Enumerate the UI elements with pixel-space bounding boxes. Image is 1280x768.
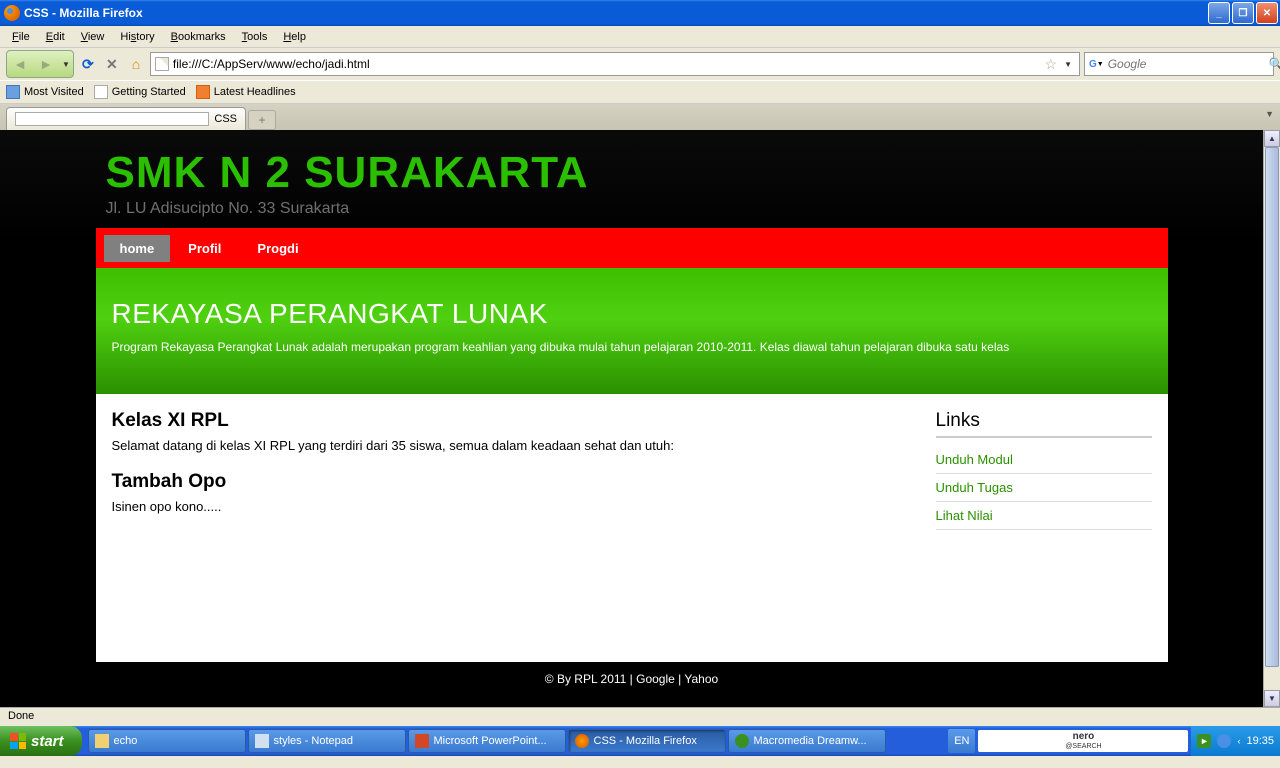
taskbar: start echo styles - Notepad Microsoft Po… — [0, 726, 1280, 756]
hero-section: REKAYASA PERANGKAT LUNAK Program Rekayas… — [96, 268, 1168, 394]
search-box[interactable]: G▼ 🔍 — [1084, 52, 1274, 76]
tab-label: CSS — [214, 113, 237, 125]
home-button[interactable]: ⌂ — [126, 54, 146, 74]
folder-icon — [95, 734, 109, 748]
search-icon[interactable]: 🔍 — [1269, 57, 1280, 71]
bookmark-latest-headlines[interactable]: Latest Headlines — [196, 85, 296, 99]
folder-icon — [6, 85, 20, 99]
windows-logo-icon — [10, 733, 26, 749]
page-icon — [155, 57, 169, 71]
page-icon — [94, 85, 108, 99]
new-tab-button[interactable]: + — [248, 110, 276, 130]
main-column: Kelas XI RPL Selamat datang di kelas XI … — [112, 410, 936, 646]
menu-file[interactable]: File — [4, 29, 38, 45]
site-nav: home Profil Progdi — [96, 228, 1168, 268]
tray-chevron-icon[interactable]: ‹ — [1237, 736, 1240, 746]
site-header: SMK N 2 SURAKARTA Jl. LU Adisucipto No. … — [96, 130, 1168, 228]
navigation-toolbar: ◄ ► ▼ ⟳ ✕ ⌂ ☆ ▼ G▼ 🔍 — [0, 48, 1280, 80]
tab-list-dropdown[interactable]: ▼ — [1265, 109, 1274, 119]
hero-title: REKAYASA PERANGKAT LUNAK — [112, 298, 1152, 330]
nero-search[interactable]: nero@SEARCH — [978, 730, 1188, 752]
url-input[interactable] — [173, 57, 1041, 71]
site-footer: © By RPL 2011 | Google | Yahoo — [96, 662, 1168, 696]
menu-edit[interactable]: Edit — [38, 29, 73, 45]
task-powerpoint[interactable]: Microsoft PowerPoint... — [408, 729, 566, 753]
menu-tools[interactable]: Tools — [234, 29, 276, 45]
history-dropdown[interactable]: ▼ — [59, 60, 73, 69]
scroll-down-arrow[interactable]: ▼ — [1264, 690, 1280, 707]
system-tray: ► ‹ 19:35 — [1191, 726, 1280, 756]
address-bar[interactable]: ☆ ▼ — [150, 52, 1080, 76]
menu-bookmarks[interactable]: Bookmarks — [163, 29, 234, 45]
nav-home[interactable]: home — [104, 235, 171, 262]
menu-help[interactable]: Help — [275, 29, 314, 45]
firefox-icon — [575, 734, 589, 748]
scroll-thumb[interactable] — [1265, 147, 1279, 667]
page-icon — [15, 112, 209, 126]
minimize-button[interactable]: _ — [1208, 2, 1230, 24]
article-text-1: Selamat datang di kelas XI RPL yang terd… — [112, 438, 916, 453]
browser-viewport: SMK N 2 SURAKARTA Jl. LU Adisucipto No. … — [0, 130, 1280, 707]
forward-button[interactable]: ► — [33, 52, 59, 76]
window-titlebar: CSS - Mozilla Firefox _ ❐ ✕ — [0, 0, 1280, 26]
task-firefox[interactable]: CSS - Mozilla Firefox — [568, 729, 726, 753]
start-button[interactable]: start — [0, 726, 82, 756]
scroll-up-arrow[interactable]: ▲ — [1264, 130, 1280, 147]
task-notepad[interactable]: styles - Notepad — [248, 729, 406, 753]
tray-expand-icon[interactable]: ► — [1197, 734, 1211, 748]
tab-active[interactable]: CSS — [6, 107, 246, 130]
url-dropdown[interactable]: ▼ — [1061, 60, 1075, 69]
nav-progdi[interactable]: Progdi — [239, 233, 316, 264]
article-heading-2: Tambah Opo — [112, 471, 916, 493]
back-forward-group: ◄ ► ▼ — [6, 50, 74, 78]
powerpoint-icon — [415, 734, 429, 748]
bookmark-getting-started[interactable]: Getting Started — [94, 85, 186, 99]
search-input[interactable] — [1108, 57, 1265, 71]
status-bar: Done — [0, 707, 1280, 726]
hero-description: Program Rekayasa Perangkat Lunak adalah … — [112, 340, 1152, 354]
language-indicator[interactable]: EN — [948, 729, 975, 753]
notepad-icon — [255, 734, 269, 748]
clock[interactable]: 19:35 — [1246, 735, 1274, 747]
tray-icon[interactable] — [1217, 734, 1231, 748]
site-subtitle: Jl. LU Adisucipto No. 33 Surakarta — [106, 200, 1158, 218]
nav-profil[interactable]: Profil — [170, 233, 239, 264]
menu-history[interactable]: History — [112, 29, 162, 45]
reload-button[interactable]: ⟳ — [78, 54, 98, 74]
article-heading-1: Kelas XI RPL — [112, 410, 916, 432]
sidebar-link-3[interactable]: Lihat Nilai — [936, 502, 1152, 530]
vertical-scrollbar[interactable]: ▲ ▼ — [1263, 130, 1280, 707]
sidebar-link-1[interactable]: Unduh Modul — [936, 446, 1152, 474]
maximize-button[interactable]: ❐ — [1232, 2, 1254, 24]
bookmarks-toolbar: Most Visited Getting Started Latest Head… — [0, 80, 1280, 104]
page-content: SMK N 2 SURAKARTA Jl. LU Adisucipto No. … — [0, 130, 1263, 707]
task-buttons: echo styles - Notepad Microsoft PowerPoi… — [82, 726, 949, 756]
window-title: CSS - Mozilla Firefox — [24, 6, 1208, 20]
dreamweaver-icon — [735, 734, 749, 748]
tab-bar: CSS + ▼ — [0, 104, 1280, 130]
status-text: Done — [8, 710, 34, 722]
close-button[interactable]: ✕ — [1256, 2, 1278, 24]
task-dreamweaver[interactable]: Macromedia Dreamw... — [728, 729, 886, 753]
article-text-2: Isinen opo kono..... — [112, 499, 916, 514]
menu-view[interactable]: View — [73, 29, 113, 45]
bookmark-star-icon[interactable]: ☆ — [1045, 56, 1058, 73]
firefox-icon — [4, 5, 20, 21]
sidebar-link-2[interactable]: Unduh Tugas — [936, 474, 1152, 502]
rss-icon — [196, 85, 210, 99]
content-section: Kelas XI RPL Selamat datang di kelas XI … — [96, 394, 1168, 662]
stop-button[interactable]: ✕ — [102, 54, 122, 74]
bookmark-most-visited[interactable]: Most Visited — [6, 85, 84, 99]
task-echo[interactable]: echo — [88, 729, 246, 753]
sidebar-column: Links Unduh Modul Unduh Tugas Lihat Nila… — [936, 410, 1152, 646]
menu-bar: File Edit View History Bookmarks Tools H… — [0, 26, 1280, 48]
sidebar-title: Links — [936, 410, 1152, 438]
back-button[interactable]: ◄ — [7, 52, 33, 76]
google-icon[interactable]: G▼ — [1089, 56, 1104, 72]
site-title: SMK N 2 SURAKARTA — [106, 148, 1158, 198]
